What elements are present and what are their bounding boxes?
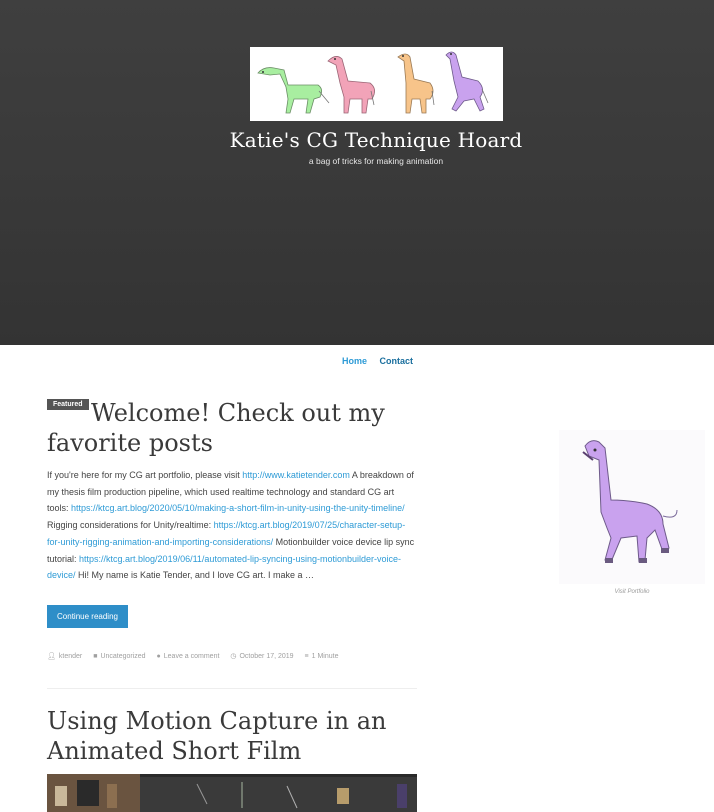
post-date[interactable]: October 17, 2019	[239, 653, 293, 660]
excerpt-text: If you're here for my CG art portfolio, …	[47, 470, 243, 480]
folder-icon: ■	[93, 653, 98, 660]
author-name[interactable]: ktender	[59, 653, 82, 660]
clock-icon: ◷	[230, 653, 237, 660]
meta-category[interactable]: ■ Uncategorized	[93, 653, 145, 660]
excerpt-text: Hi! My name is Katie Tender, and I love …	[75, 570, 314, 581]
green-giraffe-icon	[257, 67, 330, 114]
portfolio-image[interactable]	[559, 430, 705, 584]
person-icon: 👤︎	[47, 653, 56, 660]
read-time: 1 Minute	[311, 653, 339, 660]
stack-icon: ≡	[304, 653, 309, 660]
nav-item-home[interactable]: Home	[342, 356, 367, 366]
post-divider	[47, 688, 417, 689]
meta-comment[interactable]: ● Leave a comment	[157, 653, 220, 660]
meta-author[interactable]: 👤︎ ktender	[47, 653, 82, 660]
pink-giraffe-icon	[327, 56, 375, 114]
purple-giraffe-image	[582, 440, 678, 563]
featured-badge: Featured	[47, 399, 89, 410]
post-title-welcome[interactable]: Welcome! Check out my favorite posts	[47, 398, 417, 458]
main-navigation: Home Contact	[342, 356, 423, 366]
category-name[interactable]: Uncategorized	[100, 653, 145, 660]
meta-read-time: ≡ 1 Minute	[305, 653, 339, 660]
portfolio-caption[interactable]: Visit Portfolio	[559, 589, 705, 595]
continue-reading-button[interactable]: Continue reading	[47, 605, 128, 628]
motion-capture-image	[47, 774, 417, 812]
meta-date[interactable]: ◷ October 17, 2019	[230, 653, 293, 660]
purple-giraffe-icon	[445, 51, 489, 112]
comment-icon: ●	[156, 653, 161, 660]
site-tagline: a bag of tricks for making animation	[308, 156, 444, 166]
comment-link[interactable]: Leave a comment	[164, 653, 220, 660]
portfolio-link[interactable]: http://www.katietender.com	[242, 470, 350, 480]
post-excerpt: If you're here for my CG art portfolio, …	[47, 467, 417, 584]
site-title[interactable]: Katie's CG Technique Hoard	[0, 128, 714, 152]
post-featured-image[interactable]	[47, 774, 417, 812]
post-title-motion-capture[interactable]: Using Motion Capture in an Animated Shor…	[47, 706, 417, 766]
excerpt-text: Rigging considerations for Unity/realtim…	[47, 520, 214, 531]
unity-timeline-link[interactable]: https://ktcg.art.blog/2020/05/10/making-…	[71, 503, 405, 513]
site-logo[interactable]	[250, 47, 503, 121]
nav-item-contact[interactable]: Contact	[380, 356, 414, 366]
giraffes-logo-image	[257, 51, 489, 114]
orange-giraffe-icon	[397, 53, 435, 114]
post-meta: 👤︎ ktender ■ Uncategorized ● Leave a commen…	[47, 652, 417, 660]
site-header: Katie's CG Technique Hoard a bag of tric…	[0, 0, 714, 345]
post-title-text[interactable]: Welcome! Check out my favorite posts	[47, 399, 385, 457]
